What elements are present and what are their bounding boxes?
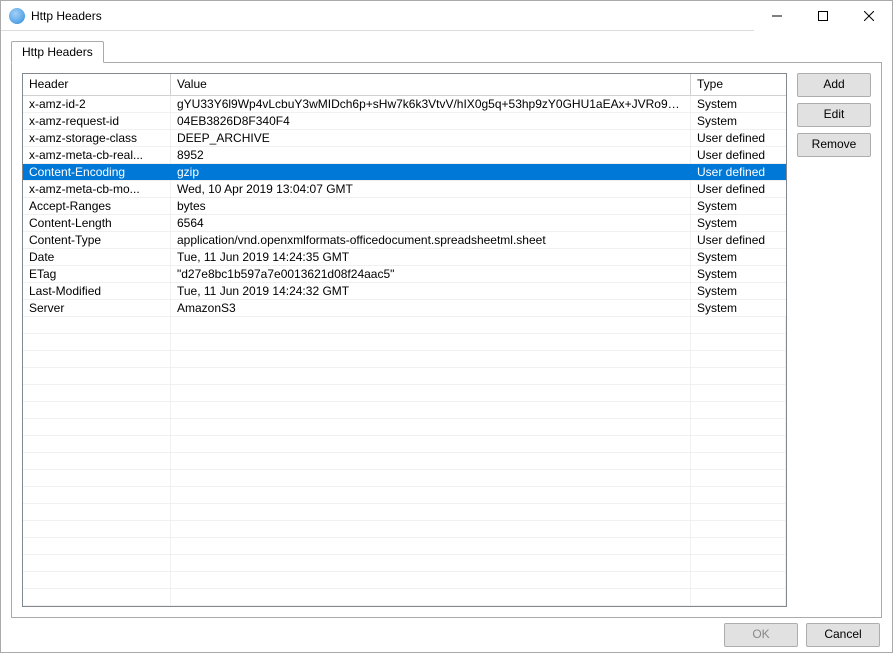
cell-type: System: [691, 283, 786, 299]
headers-table: Header Value Type x-amz-id-2gYU33Y6l9Wp4…: [22, 73, 787, 607]
table-row[interactable]: x-amz-request-id04EB3826D8F340F4System: [23, 113, 786, 130]
minimize-icon: [772, 11, 782, 21]
cell-header: x-amz-meta-cb-mo...: [23, 181, 171, 197]
cell-type: System: [691, 215, 786, 231]
table-row[interactable]: x-amz-meta-cb-mo...Wed, 10 Apr 2019 13:0…: [23, 181, 786, 198]
cell-value: DEEP_ARCHIVE: [171, 130, 691, 146]
column-header-value[interactable]: Value: [171, 74, 691, 96]
cancel-button[interactable]: Cancel: [806, 623, 880, 647]
cell-value: Tue, 11 Jun 2019 14:24:35 GMT: [171, 249, 691, 265]
window-title: Http Headers: [31, 9, 754, 23]
table-row[interactable]: Last-ModifiedTue, 11 Jun 2019 14:24:32 G…: [23, 283, 786, 300]
cell-type: User defined: [691, 232, 786, 248]
table-row-empty: [23, 368, 786, 385]
table-row[interactable]: Content-EncodinggzipUser defined: [23, 164, 786, 181]
table-row-empty: [23, 572, 786, 589]
cell-value: gzip: [171, 164, 691, 180]
cell-value: gYU33Y6l9Wp4vLcbuY3wMIDch6p+sHw7k6k3VtvV…: [171, 96, 691, 112]
window: Http Headers Http Headers Header Value T…: [0, 0, 893, 653]
window-controls: [754, 1, 892, 30]
table-row-empty: [23, 589, 786, 606]
titlebar: Http Headers: [1, 1, 892, 31]
cell-type: System: [691, 96, 786, 112]
table-row-empty: [23, 487, 786, 504]
maximize-icon: [818, 11, 828, 21]
cell-value: 6564: [171, 215, 691, 231]
tab-panel: Header Value Type x-amz-id-2gYU33Y6l9Wp4…: [11, 62, 882, 618]
cell-header: Last-Modified: [23, 283, 171, 299]
table-row[interactable]: Content-Length6564System: [23, 215, 786, 232]
table-row-empty: [23, 538, 786, 555]
table-row-empty: [23, 436, 786, 453]
content-area: Http Headers Header Value Type x-amz-id-…: [1, 31, 892, 618]
table-row-empty: [23, 402, 786, 419]
cell-header: ETag: [23, 266, 171, 282]
table-row-empty: [23, 419, 786, 436]
table-row-empty: [23, 351, 786, 368]
cell-header: Content-Encoding: [23, 164, 171, 180]
table-row[interactable]: ServerAmazonS3System: [23, 300, 786, 317]
cell-header: Content-Length: [23, 215, 171, 231]
close-icon: [864, 11, 874, 21]
table-row-empty: [23, 385, 786, 402]
cell-type: User defined: [691, 147, 786, 163]
table-row[interactable]: ETag"d27e8bc1b597a7e0013621d08f24aac5"Sy…: [23, 266, 786, 283]
dialog-footer: OK Cancel: [1, 618, 892, 652]
table-row-empty: [23, 317, 786, 334]
cell-value: 8952: [171, 147, 691, 163]
cell-header: x-amz-request-id: [23, 113, 171, 129]
ok-button[interactable]: OK: [724, 623, 798, 647]
table-row-empty: [23, 521, 786, 538]
cell-value: bytes: [171, 198, 691, 214]
close-button[interactable]: [846, 1, 892, 31]
column-headers: Header Value Type: [23, 74, 786, 96]
maximize-button[interactable]: [800, 1, 846, 31]
cell-header: x-amz-storage-class: [23, 130, 171, 146]
cell-value: 04EB3826D8F340F4: [171, 113, 691, 129]
cell-value: AmazonS3: [171, 300, 691, 316]
cell-type: System: [691, 300, 786, 316]
table-row[interactable]: x-amz-id-2gYU33Y6l9Wp4vLcbuY3wMIDch6p+sH…: [23, 96, 786, 113]
cell-type: User defined: [691, 164, 786, 180]
table-row[interactable]: x-amz-meta-cb-real...8952User defined: [23, 147, 786, 164]
cell-header: Date: [23, 249, 171, 265]
table-row[interactable]: x-amz-storage-classDEEP_ARCHIVEUser defi…: [23, 130, 786, 147]
cell-type: System: [691, 113, 786, 129]
table-row-empty: [23, 334, 786, 351]
column-header-header[interactable]: Header: [23, 74, 171, 96]
side-buttons: Add Edit Remove: [797, 73, 871, 607]
cell-value: application/vnd.openxmlformats-officedoc…: [171, 232, 691, 248]
remove-button[interactable]: Remove: [797, 133, 871, 157]
app-icon: [9, 8, 25, 24]
table-row-empty: [23, 470, 786, 487]
cell-type: System: [691, 198, 786, 214]
cell-type: User defined: [691, 130, 786, 146]
cell-value: "d27e8bc1b597a7e0013621d08f24aac5": [171, 266, 691, 282]
cell-type: System: [691, 266, 786, 282]
cell-header: x-amz-id-2: [23, 96, 171, 112]
table-row-empty: [23, 453, 786, 470]
table-row[interactable]: DateTue, 11 Jun 2019 14:24:35 GMTSystem: [23, 249, 786, 266]
table-row-empty: [23, 555, 786, 572]
add-button[interactable]: Add: [797, 73, 871, 97]
table-row-empty: [23, 504, 786, 521]
cell-value: Wed, 10 Apr 2019 13:04:07 GMT: [171, 181, 691, 197]
cell-header: Accept-Ranges: [23, 198, 171, 214]
column-header-type[interactable]: Type: [691, 74, 786, 96]
tab-http-headers[interactable]: Http Headers: [11, 41, 104, 63]
cell-type: System: [691, 249, 786, 265]
table-row[interactable]: Content-Typeapplication/vnd.openxmlforma…: [23, 232, 786, 249]
cell-header: Content-Type: [23, 232, 171, 248]
cell-header: Server: [23, 300, 171, 316]
table-row[interactable]: Accept-RangesbytesSystem: [23, 198, 786, 215]
cell-type: User defined: [691, 181, 786, 197]
minimize-button[interactable]: [754, 1, 800, 31]
cell-header: x-amz-meta-cb-real...: [23, 147, 171, 163]
table-body: x-amz-id-2gYU33Y6l9Wp4vLcbuY3wMIDch6p+sH…: [23, 96, 786, 606]
edit-button[interactable]: Edit: [797, 103, 871, 127]
cell-value: Tue, 11 Jun 2019 14:24:32 GMT: [171, 283, 691, 299]
tab-strip: Http Headers: [11, 41, 882, 63]
